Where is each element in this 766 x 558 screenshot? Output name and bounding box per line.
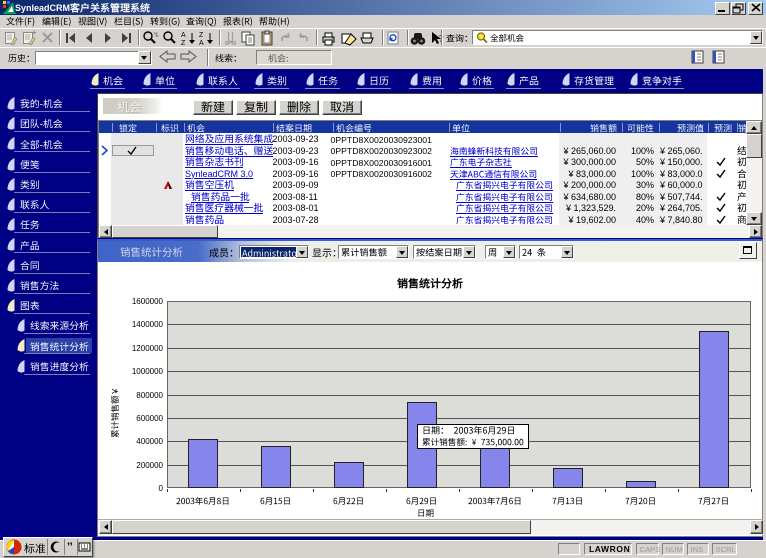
svg-text:Z: Z (181, 40, 186, 47)
svg-text:A: A (199, 40, 204, 47)
svg-text:A: A (181, 32, 186, 39)
svg-text:Z: Z (199, 32, 204, 39)
